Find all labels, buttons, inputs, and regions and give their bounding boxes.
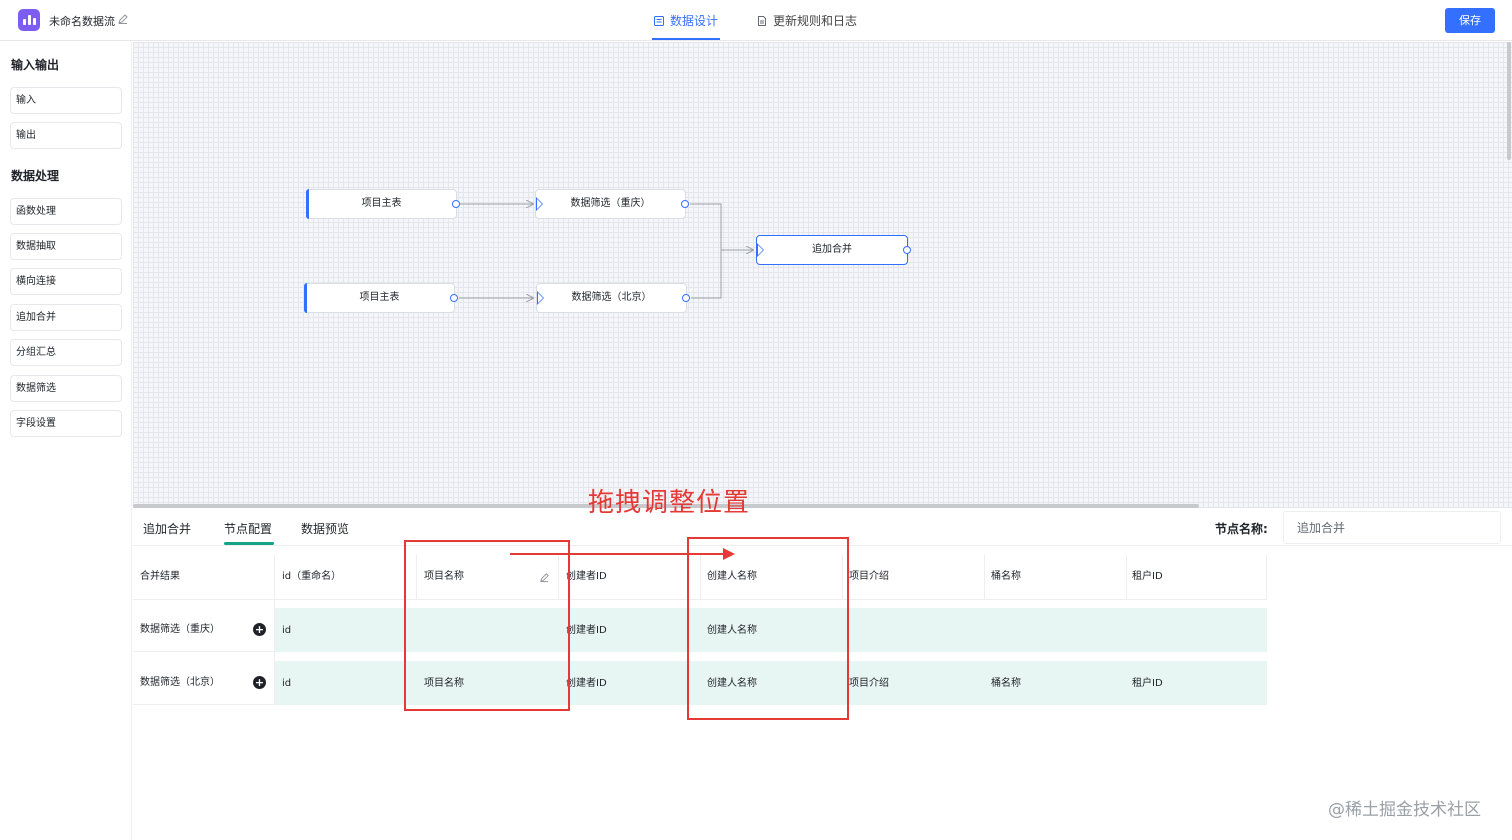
- output-port[interactable]: [903, 246, 911, 254]
- table-cell[interactable]: 创建者ID: [566, 674, 607, 694]
- node-label: 项目主表: [359, 292, 400, 303]
- node-label: 数据筛选（北京）: [571, 292, 652, 303]
- table-header-col[interactable]: id（重命名）: [282, 567, 341, 587]
- input-port[interactable]: [757, 243, 764, 257]
- output-port[interactable]: [681, 200, 689, 208]
- annotation-text: 拖拽调整位置: [588, 488, 751, 518]
- flow-node-main-1[interactable]: 项目主表: [306, 189, 460, 219]
- flow-node-filter-chongqing[interactable]: 数据筛选（重庆）: [535, 189, 689, 219]
- row-source-label: 数据筛选（北京）: [140, 677, 220, 688]
- add-field-icon[interactable]: +: [253, 676, 266, 689]
- input-port[interactable]: [537, 291, 544, 305]
- add-field-icon[interactable]: +: [253, 623, 266, 636]
- row-source-label: 数据筛选（重庆）: [140, 624, 220, 635]
- flow-node-filter-beijing[interactable]: 数据筛选（北京）: [536, 283, 690, 313]
- node-label: 项目主表: [361, 198, 402, 209]
- table-cell[interactable]: id: [282, 674, 291, 694]
- panel-tab-data-preview[interactable]: 数据预览: [301, 520, 349, 537]
- table-header-col[interactable]: 桶名称: [991, 567, 1021, 587]
- node-name-label: 节点名称:: [1215, 522, 1268, 536]
- output-port[interactable]: [682, 294, 690, 302]
- annotation-arrow: [510, 548, 735, 560]
- watermark-text: @稀土掘金技术社区: [1328, 800, 1481, 820]
- node-name-input[interactable]: [1283, 511, 1501, 544]
- edge-filter2-append: [691, 250, 722, 299]
- panel-tab-node-config[interactable]: 节点配置: [224, 520, 272, 537]
- edge-filter1-append: [690, 203, 753, 250]
- flow-node-main-2[interactable]: 项目主表: [304, 283, 458, 313]
- column-divider: [1126, 555, 1127, 599]
- panel-tab-append[interactable]: 追加合并: [143, 520, 191, 537]
- table-cell[interactable]: 创建者ID: [566, 621, 607, 641]
- node-label: 数据筛选（重庆）: [570, 198, 651, 209]
- table-cell[interactable]: 桶名称: [991, 674, 1021, 694]
- panel-active-tab-indicator: [224, 542, 274, 545]
- node-label: 追加合并: [812, 244, 852, 255]
- annotation-box-source: [404, 540, 570, 711]
- input-port[interactable]: [536, 197, 543, 211]
- column-divider: [1266, 555, 1267, 599]
- table-header-col[interactable]: 租户ID: [1132, 567, 1163, 587]
- output-port[interactable]: [450, 294, 458, 302]
- column-divider: [984, 555, 985, 599]
- table-cell[interactable]: 项目介绍: [849, 674, 889, 694]
- canvas-vertical-scrollbar[interactable]: [1507, 42, 1511, 160]
- table-header-merge-result: 合并结果: [140, 571, 180, 582]
- table-header-col[interactable]: 创建者ID: [566, 567, 607, 587]
- flow-node-append[interactable]: 追加合并: [756, 235, 911, 265]
- table-cell[interactable]: 租户ID: [1132, 674, 1163, 694]
- table-cell[interactable]: id: [282, 621, 291, 641]
- table-header-col[interactable]: 项目介绍: [849, 567, 889, 587]
- output-port[interactable]: [452, 200, 460, 208]
